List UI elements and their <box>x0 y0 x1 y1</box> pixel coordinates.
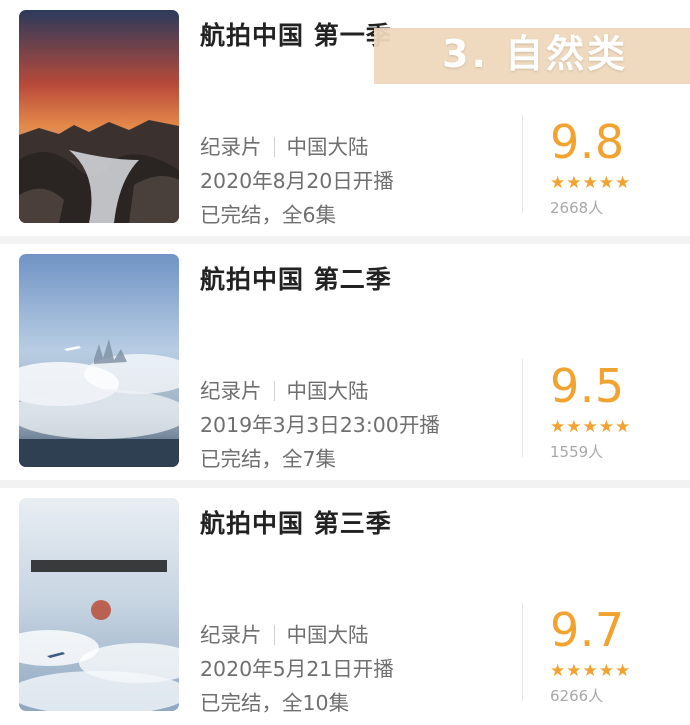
item-title[interactable]: 航拍中国 第二季 <box>200 260 392 296</box>
divider <box>0 480 690 488</box>
item-meta: 纪录片 中国大陆 2019年3月3日23:00开播 已完结，全7集 <box>200 374 440 476</box>
episode-status: 已完结，全7集 <box>200 447 337 471</box>
divider <box>0 236 690 244</box>
cloud-city-poster-icon <box>19 254 179 467</box>
item-meta: 纪录片 中国大陆 2020年8月20日开播 已完结，全6集 <box>200 130 394 232</box>
region-label: 中国大陆 <box>286 379 369 403</box>
rating-block: 9.7 ★★★★★ 6266人 <box>550 603 660 707</box>
item-meta: 纪录片 中国大陆 2020年5月21日开播 已完结，全10集 <box>200 618 394 720</box>
divider <box>522 603 523 701</box>
item-title[interactable]: 航拍中国 第一季 <box>200 16 392 52</box>
rating-block: 9.5 ★★★★★ 1559人 <box>550 359 660 463</box>
premiere-date: 2019年3月3日23:00开播 <box>200 413 440 437</box>
category-banner-text: 3. 自然类 <box>442 32 629 76</box>
star-rating-icon: ★★★★★ <box>550 173 632 193</box>
region-label: 中国大陆 <box>286 623 369 647</box>
divider <box>522 359 523 457</box>
genre-label: 纪录片 <box>200 135 262 159</box>
rating-block: 9.8 ★★★★★ 2668人 <box>550 115 660 219</box>
divider <box>522 115 523 213</box>
star-rating-icon: ★★★★★ <box>550 417 632 437</box>
divider <box>273 137 275 157</box>
rating-count: 1559人 <box>550 443 604 461</box>
star-rating-icon: ★★★★★ <box>550 661 632 681</box>
genre-label: 纪录片 <box>200 379 262 403</box>
episode-status: 已完结，全6集 <box>200 203 337 227</box>
poster-image[interactable] <box>19 498 179 711</box>
region-label: 中国大陆 <box>286 135 369 159</box>
divider <box>273 625 275 645</box>
poster-image[interactable] <box>19 254 179 467</box>
rating-count: 2668人 <box>550 199 604 217</box>
sky-flight-poster-icon <box>19 498 179 711</box>
premiere-date: 2020年5月21日开播 <box>200 657 394 681</box>
genre-label: 纪录片 <box>200 623 262 647</box>
list-item[interactable]: 航拍中国 第二季 纪录片 中国大陆 2019年3月3日23:00开播 已完结，全7… <box>0 244 690 480</box>
poster-image[interactable] <box>19 10 179 223</box>
item-title[interactable]: 航拍中国 第三季 <box>200 504 392 540</box>
score-value: 9.8 <box>550 115 625 169</box>
premiere-date: 2020年8月20日开播 <box>200 169 394 193</box>
divider <box>273 381 275 401</box>
coastal-sunset-poster-icon <box>19 10 179 223</box>
list-item[interactable]: 航拍中国 第三季 纪录片 中国大陆 2020年5月21日开播 已完结，全10集 9… <box>0 488 690 724</box>
rating-count: 6266人 <box>550 687 604 705</box>
score-value: 9.7 <box>550 603 625 657</box>
score-value: 9.5 <box>550 359 625 413</box>
episode-status: 已完结，全10集 <box>200 691 350 715</box>
